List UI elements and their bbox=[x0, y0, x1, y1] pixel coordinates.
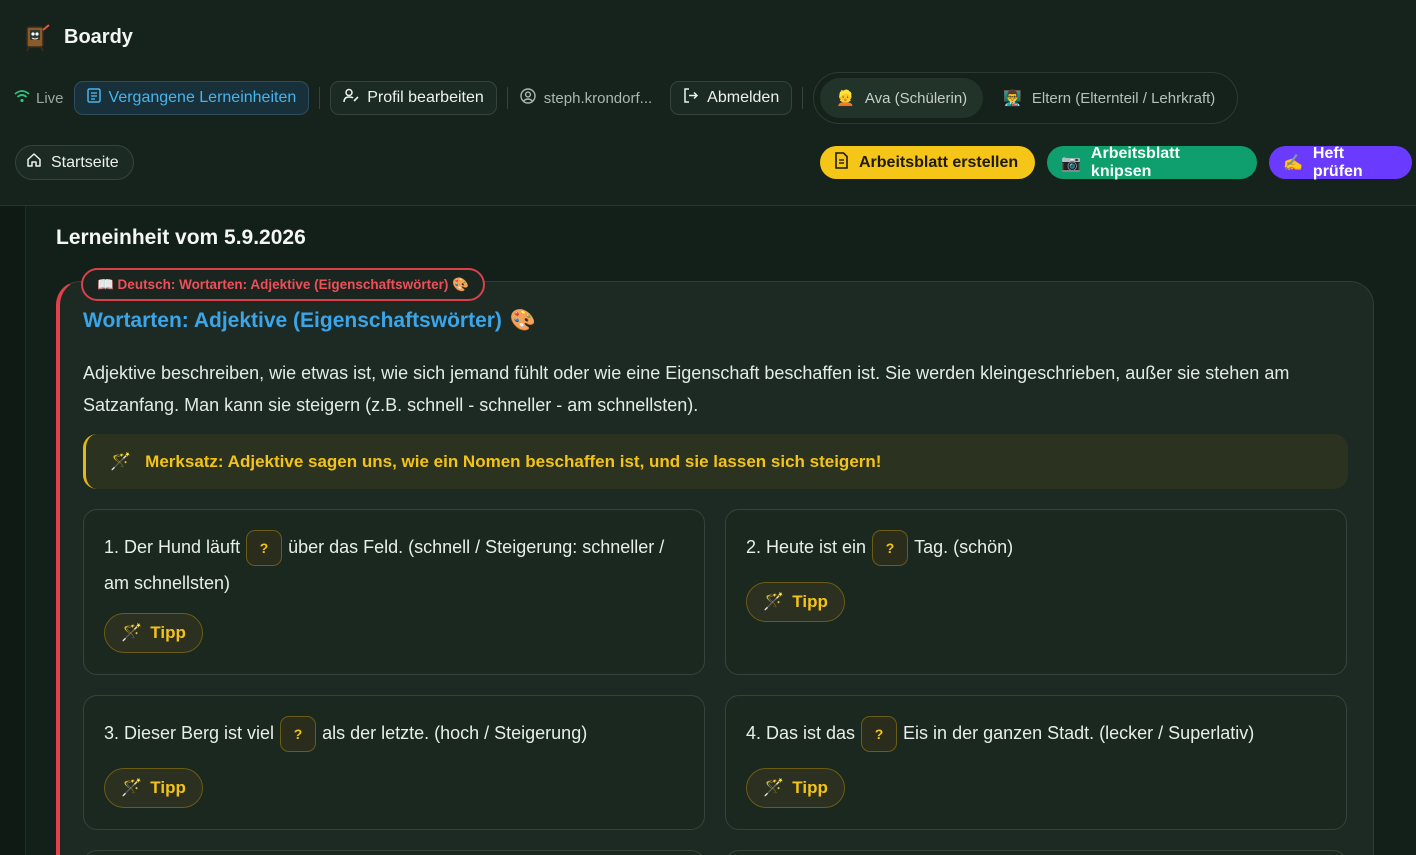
teacher-emoji-icon: 👨‍🏫 bbox=[1003, 90, 1022, 107]
check-notebook-button[interactable]: ✍️ Heft prüfen bbox=[1269, 144, 1412, 180]
card-title: Wortarten: Adjektive (Eigenschaftswörter… bbox=[83, 309, 536, 333]
exercise-text-before: 2. Heute ist ein bbox=[746, 537, 867, 557]
brand[interactable]: Boardy bbox=[20, 22, 133, 52]
exercise-card: 2. Heute ist ein? Tag. (schön) 🪄 Tipp bbox=[725, 509, 1347, 675]
card-title-text: Wortarten: Adjektive (Eigenschaftswörter… bbox=[83, 309, 502, 332]
camera-icon: 📷 bbox=[1061, 154, 1081, 172]
logout-icon bbox=[683, 88, 699, 108]
logout-label: Abmelden bbox=[707, 89, 780, 106]
app-name: Boardy bbox=[64, 25, 133, 48]
tip-button[interactable]: 🪄 Tipp bbox=[746, 582, 845, 622]
home-label: Startseite bbox=[51, 153, 119, 171]
answer-blank[interactable]: ? bbox=[872, 530, 909, 567]
create-worksheet-button[interactable]: Arbeitsblatt erstellen bbox=[820, 146, 1035, 179]
exercise-card: 3. Dieser Berg ist viel? als der letzte. … bbox=[83, 695, 705, 830]
role-student[interactable]: 👱 Ava (Schülerin) bbox=[820, 78, 984, 118]
create-worksheet-label: Arbeitsblatt erstellen bbox=[859, 153, 1019, 171]
subject-tag: 📖 Deutsch: Wortarten: Adjektive (Eigensc… bbox=[81, 268, 485, 301]
snap-worksheet-button[interactable]: 📷 Arbeitsblatt knipsen bbox=[1047, 144, 1257, 180]
student-emoji-icon: 👱 bbox=[836, 90, 855, 107]
role-parent-label: Eltern (Elternteil / Lehrkraft) bbox=[1031, 89, 1216, 107]
palette-icon: 🎨 bbox=[509, 309, 537, 332]
answer-blank[interactable]: ? bbox=[861, 716, 898, 753]
divider bbox=[802, 87, 804, 109]
edit-profile-label: Profil bearbeiten bbox=[367, 89, 484, 106]
exercise-text-after: als der letzte. (hoch / Steigerung) bbox=[322, 723, 588, 743]
merksatz-text: Merksatz: Adjektive sagen uns, wie ein N… bbox=[145, 451, 882, 471]
live-status: Live bbox=[14, 89, 64, 107]
snap-worksheet-label: Arbeitsblatt knipsen bbox=[1090, 144, 1180, 180]
role-parent[interactable]: 👨‍🏫 Eltern (Elternteil / Lehrkraft) bbox=[987, 78, 1231, 118]
exercise-text: 3. Dieser Berg ist viel? als der letzte. … bbox=[104, 716, 694, 753]
magic-wand-icon: 🪄 bbox=[110, 451, 132, 471]
tip-label: Tipp bbox=[150, 778, 186, 797]
unit-title: Lerneinheit vom 5.9.2026 bbox=[56, 226, 306, 249]
user-email-text: steph.krondorf... bbox=[543, 89, 653, 107]
writing-hand-icon: ✍️ bbox=[1283, 154, 1303, 172]
tip-button[interactable]: 🪄 Tipp bbox=[104, 613, 203, 653]
live-label: Live bbox=[36, 89, 64, 107]
exercise-text: 2. Heute ist ein? Tag. (schön) bbox=[746, 530, 1336, 567]
exercise-text-after: Tag. (schön) bbox=[914, 537, 1014, 557]
role-switcher: 👱 Ava (Schülerin) 👨‍🏫 Eltern (Elternteil… bbox=[813, 72, 1239, 124]
main-content: Lerneinheit vom 5.9.2026 📖 Deutsch: Wort… bbox=[25, 206, 1416, 855]
top-bar: Boardy Live Vergangene Lerneinheiten Pro… bbox=[0, 0, 1416, 206]
exercise-card: 4. Das ist das? Eis in der ganzen Stadt. … bbox=[725, 695, 1347, 830]
answer-blank[interactable]: ? bbox=[246, 530, 283, 567]
tip-button[interactable]: 🪄 Tipp bbox=[746, 768, 845, 808]
magic-wand-icon: 🪄 bbox=[763, 592, 785, 611]
exercise-card bbox=[83, 850, 705, 855]
magic-wand-icon: 🪄 bbox=[763, 778, 785, 797]
exercise-text: 1. Der Hund läuft? über das Feld. (schnel… bbox=[104, 530, 694, 600]
exercise-text-before: 4. Das ist das bbox=[746, 723, 856, 743]
wifi-icon bbox=[14, 89, 30, 107]
merksatz-box: 🪄 Merksatz: Adjektive sagen uns, wie ein… bbox=[83, 434, 1348, 489]
exercise-text-before: 3. Dieser Berg ist viel bbox=[104, 723, 275, 743]
tip-label: Tipp bbox=[792, 778, 828, 797]
divider bbox=[319, 87, 321, 109]
home-button[interactable]: Startseite bbox=[15, 145, 134, 180]
exercise-card: 1. Der Hund läuft? über das Feld. (schnel… bbox=[83, 509, 705, 675]
exercise-text-after: Eis in der ganzen Stadt. (lecker / Super… bbox=[903, 723, 1255, 743]
past-units-label: Vergangene Lerneinheiten bbox=[108, 89, 297, 106]
role-student-label: Ava (Schülerin) bbox=[864, 89, 968, 107]
home-icon bbox=[26, 152, 42, 173]
action-row: Startseite Arbeitsblatt erstellen 📷 Arbe… bbox=[0, 145, 1416, 181]
exercise-card bbox=[725, 850, 1347, 855]
magic-wand-icon: 🪄 bbox=[121, 778, 143, 797]
boardy-logo-icon bbox=[20, 22, 52, 52]
history-icon bbox=[86, 88, 101, 108]
logout-button[interactable]: Abmelden bbox=[670, 81, 793, 115]
edit-profile-button[interactable]: Profil bearbeiten bbox=[330, 81, 497, 115]
lesson-description: Adjektive beschreiben, wie etwas ist, wi… bbox=[83, 363, 1290, 415]
user-edit-icon bbox=[343, 88, 359, 108]
magic-wand-icon: 🪄 bbox=[121, 623, 143, 642]
user-email: steph.krondorf... bbox=[518, 88, 662, 108]
answer-blank[interactable]: ? bbox=[280, 716, 317, 753]
document-icon bbox=[834, 151, 849, 174]
divider bbox=[506, 87, 508, 109]
past-units-button[interactable]: Vergangene Lerneinheiten bbox=[73, 81, 310, 115]
user-circle-icon bbox=[520, 88, 536, 108]
check-notebook-label: Heft prüfen bbox=[1312, 144, 1363, 180]
exercise-text-before: 1. Der Hund läuft bbox=[104, 537, 241, 557]
exercise-text: 4. Das ist das? Eis in der ganzen Stadt. … bbox=[746, 716, 1336, 753]
tip-button[interactable]: 🪄 Tipp bbox=[104, 768, 203, 808]
tip-label: Tipp bbox=[792, 592, 828, 611]
tip-label: Tipp bbox=[150, 623, 186, 642]
header-nav-row: Live Vergangene Lerneinheiten Profil bea… bbox=[14, 72, 1239, 124]
